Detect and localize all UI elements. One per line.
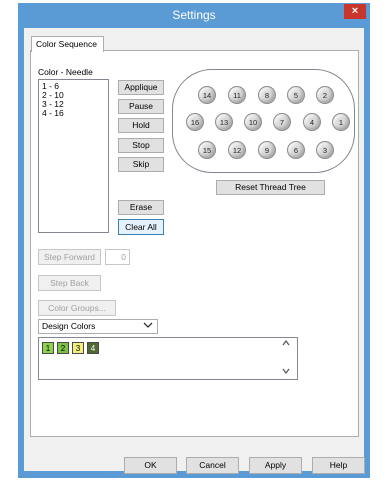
color-needle-label: Color - Needle	[38, 67, 93, 77]
applique-button[interactable]: Applique	[118, 80, 164, 95]
color-swatch-4[interactable]: 4	[87, 342, 99, 354]
chevron-down-icon[interactable]	[141, 320, 155, 333]
swatch-number: 1	[45, 344, 51, 353]
color-swatch-2[interactable]: 2	[57, 342, 69, 354]
spool-5[interactable]: 5	[287, 86, 305, 104]
color-needle-list[interactable]: 1 - 6 2 - 10 3 - 12 4 - 16	[38, 79, 109, 233]
apply-button[interactable]: Apply	[249, 457, 302, 474]
swatch-number: 4	[90, 344, 96, 353]
clear-all-button[interactable]: Clear All	[118, 219, 164, 235]
spool-2[interactable]: 2	[316, 86, 334, 104]
help-button[interactable]: Help	[312, 457, 365, 474]
design-colors-dropdown[interactable]: Design Colors	[38, 319, 158, 334]
color-swatch-3[interactable]: 3	[72, 342, 84, 354]
spool-1[interactable]: 1	[332, 113, 350, 131]
reset-thread-tree-button[interactable]: Reset Thread Tree	[216, 180, 325, 195]
swatch-number: 2	[60, 344, 66, 353]
close-button[interactable]: ×	[344, 4, 366, 19]
color-groups-button[interactable]: Color Groups...	[38, 300, 116, 316]
spool-8[interactable]: 8	[258, 86, 276, 104]
spool-15[interactable]: 15	[198, 141, 216, 159]
skip-button[interactable]: Skip	[118, 157, 164, 172]
stop-button[interactable]: Stop	[118, 138, 164, 153]
swatch-number: 3	[75, 344, 81, 353]
spool-13[interactable]: 13	[215, 113, 233, 131]
list-item[interactable]: 4 - 16	[42, 109, 105, 118]
spool-4[interactable]: 4	[303, 113, 321, 131]
tab-color-sequence[interactable]: Color Sequence	[31, 36, 104, 52]
spool-12[interactable]: 12	[228, 141, 246, 159]
hold-button[interactable]: Hold	[118, 118, 164, 133]
erase-button[interactable]: Erase	[118, 200, 164, 215]
spool-6[interactable]: 6	[287, 141, 305, 159]
step-forward-button[interactable]: Step Forward	[38, 249, 101, 265]
spool-14[interactable]: 14	[198, 86, 216, 104]
ok-button[interactable]: OK	[124, 457, 177, 474]
spool-11[interactable]: 11	[228, 86, 246, 104]
spool-16[interactable]: 16	[186, 113, 204, 131]
spool-9[interactable]: 9	[258, 141, 276, 159]
step-back-button[interactable]: Step Back	[38, 275, 101, 291]
spool-10[interactable]: 10	[244, 113, 262, 131]
step-count-field[interactable]: 0	[105, 249, 130, 265]
window-title: Settings	[172, 8, 216, 22]
cancel-button[interactable]: Cancel	[186, 457, 239, 474]
spool-3[interactable]: 3	[316, 141, 334, 159]
spool-7[interactable]: 7	[273, 113, 291, 131]
pause-button[interactable]: Pause	[118, 99, 164, 114]
color-swatch-1[interactable]: 1	[42, 342, 54, 354]
scroll-up-icon[interactable]	[281, 339, 295, 351]
scroll-down-icon[interactable]	[281, 367, 295, 379]
